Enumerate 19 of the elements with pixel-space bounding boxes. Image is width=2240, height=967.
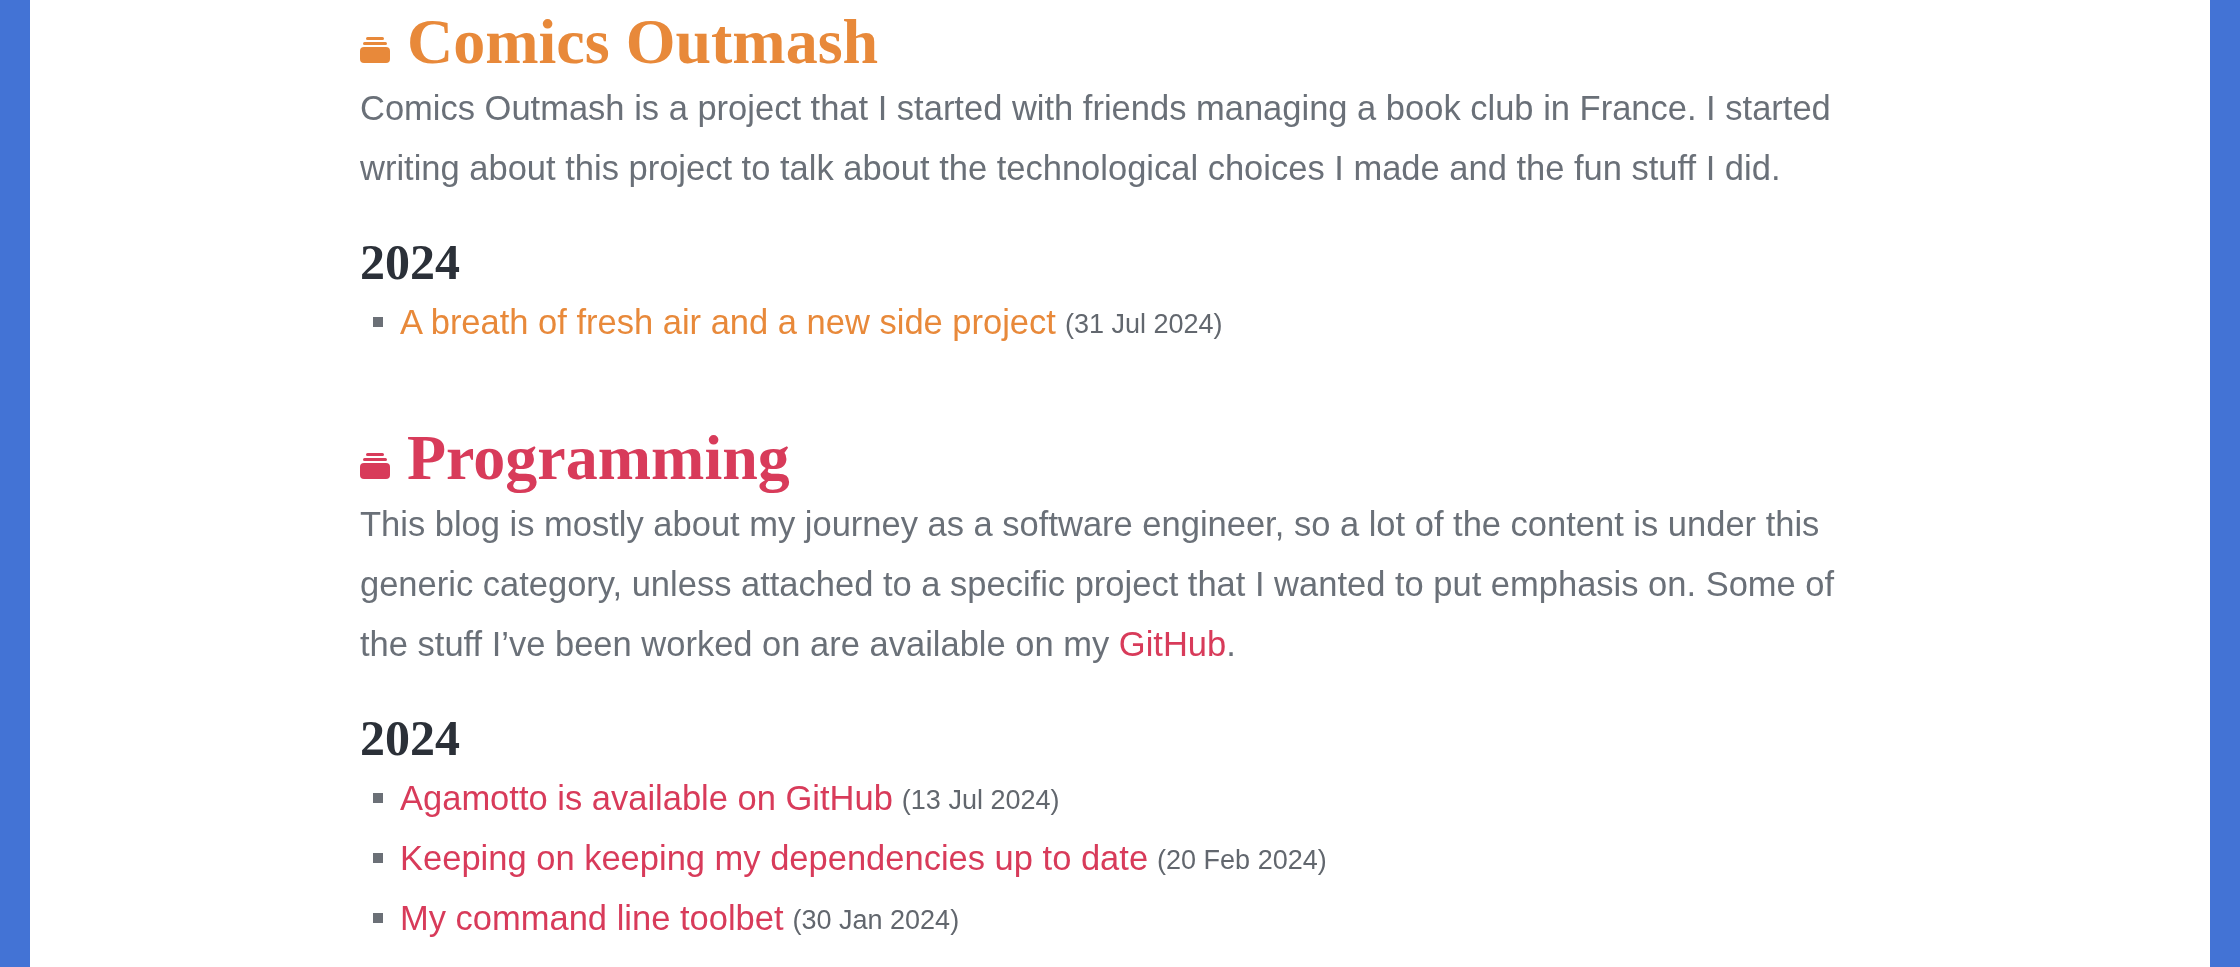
- section-description: Comics Outmash is a project that I started with friends managing a book club in France. I started writing about this project to talk about the technological choices I made and the fun stuff I did.: [360, 88, 1832, 189]
- post-link[interactable]: Keeping on keeping my dependencies up to date: [400, 837, 1149, 879]
- bullet-icon: [373, 913, 383, 923]
- post-date: (30 Jan 2024): [792, 904, 960, 937]
- post-date: (31 Jul 2024): [1064, 308, 1223, 341]
- bullet-icon: [373, 317, 383, 327]
- section-heading: Programming: [407, 422, 790, 494]
- section-description: This blog is mostly about my journey as a software engineer, so a lot of the content is under this generic category, unless attached to a specific project that I wanted to put emphasis on. Some of the stuff I’ve been worked on are available on my GitHub.: [360, 504, 1836, 665]
- year-heading: 2024: [360, 233, 461, 292]
- bullet-icon: [373, 793, 383, 803]
- year-heading: 2024: [360, 709, 461, 768]
- text-link[interactable]: GitHub: [1118, 625, 1227, 663]
- post-link[interactable]: My command line toolbet: [400, 897, 784, 939]
- bullet-icon: [373, 853, 383, 863]
- section-heading: Comics Outmash: [407, 6, 879, 78]
- post-link[interactable]: Agamotto is available on GitHub: [400, 777, 893, 819]
- post-date: (20 Feb 2024): [1157, 844, 1327, 877]
- post-date: (13 Jul 2024): [901, 784, 1060, 817]
- post-link[interactable]: A breath of fresh air and a new side project: [400, 301, 1056, 343]
